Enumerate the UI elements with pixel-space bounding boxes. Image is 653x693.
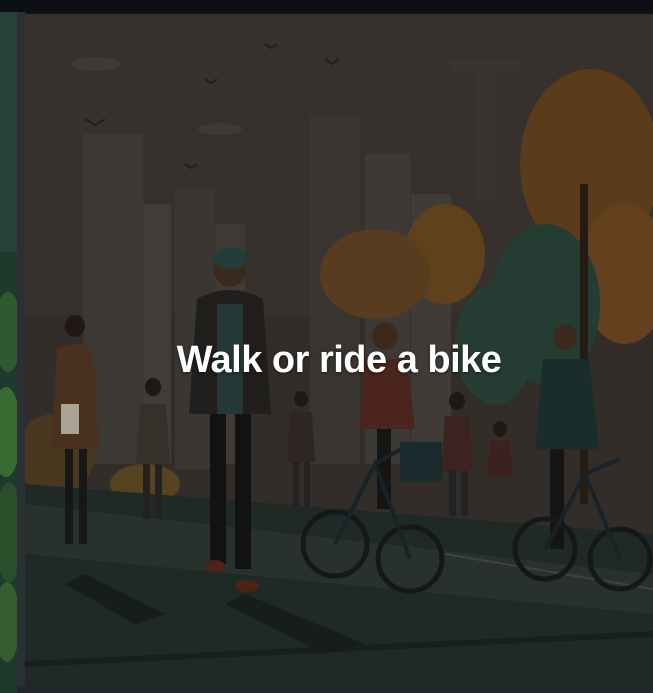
card-divider	[17, 12, 25, 693]
card-title: Walk or ride a bike	[176, 339, 502, 381]
walk-or-ride-card[interactable]: Walk or ride a bike	[25, 14, 653, 686]
top-bar	[0, 0, 653, 12]
bottom-bar	[17, 686, 653, 693]
previous-card-edge[interactable]	[0, 12, 17, 693]
